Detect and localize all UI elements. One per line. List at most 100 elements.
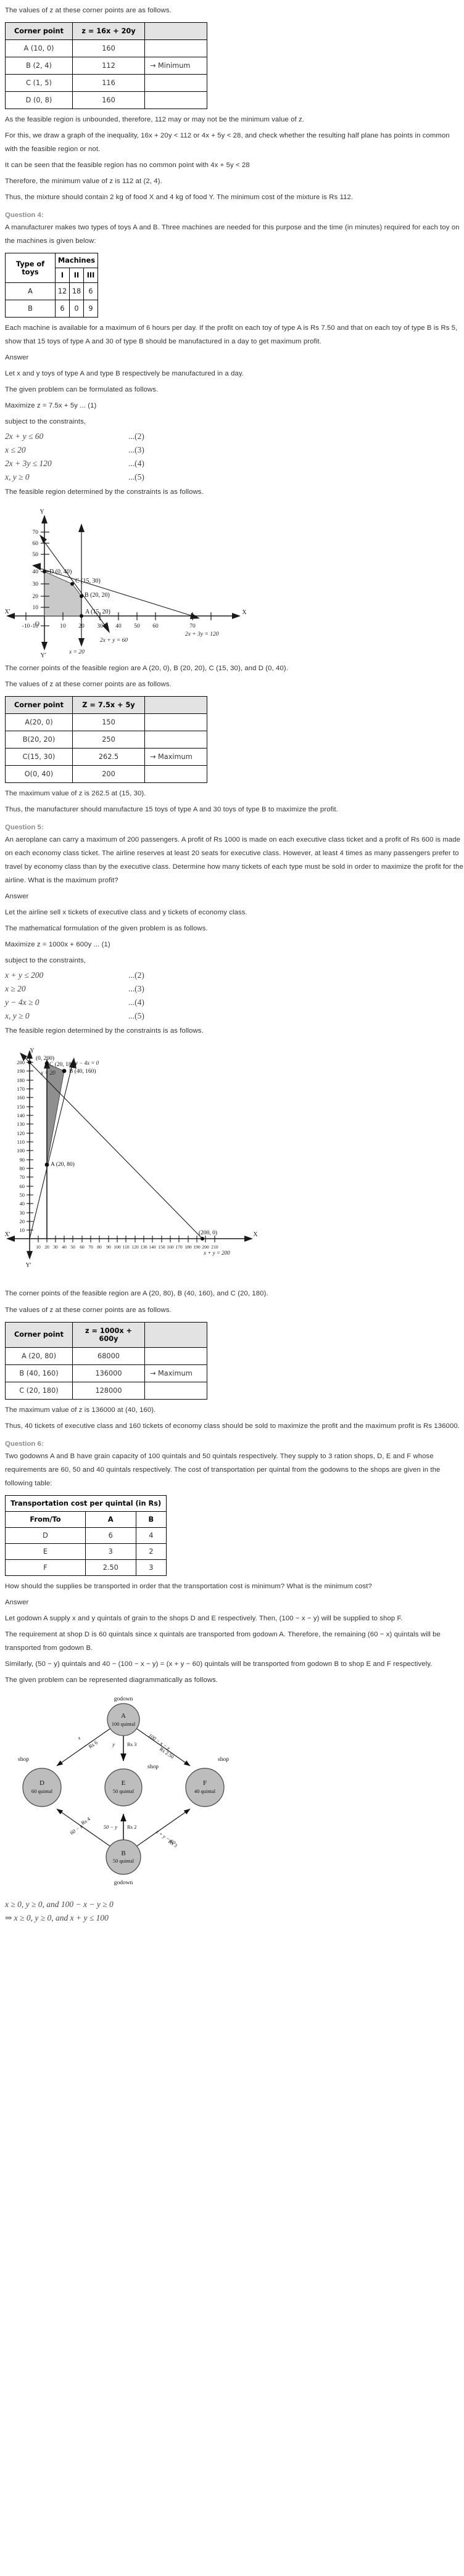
point-marker-a bbox=[44, 1163, 49, 1167]
node-role-a: godown bbox=[114, 1696, 133, 1702]
cell-note bbox=[144, 39, 207, 58]
table-row: D 6 4 bbox=[5, 1527, 167, 1544]
y-tick-label: 70 bbox=[20, 1174, 25, 1180]
node-capacity-d: 60 quintal bbox=[31, 1788, 53, 1794]
constraint-number: ...(5) bbox=[128, 1011, 144, 1021]
constraint-lhs: x ≥ 20 bbox=[5, 984, 26, 994]
x-tick-label: 90 bbox=[106, 1244, 111, 1250]
y-tick-label: 110 bbox=[17, 1139, 25, 1145]
y-tick-label: 40 bbox=[20, 1200, 25, 1207]
q6-transportation-cost-table: Transportation cost per quintal (in Rs) … bbox=[4, 1495, 167, 1576]
node-label-a: A bbox=[121, 1712, 126, 1720]
cell-cost-b: 2 bbox=[135, 1543, 167, 1560]
cell-value: 160 bbox=[72, 91, 145, 110]
point-label-b: B (20, 20) bbox=[85, 592, 110, 599]
point-marker-200-0 bbox=[201, 1237, 204, 1241]
table-row: B (2, 4) 112 → Minimum bbox=[5, 57, 207, 75]
cell-point: D (0, 8) bbox=[5, 91, 73, 110]
cell-note: → Maximum bbox=[144, 1364, 207, 1382]
constraint-number: ...(4) bbox=[128, 998, 144, 1007]
line-label-2x3y120: 2x + 3y = 120 bbox=[185, 631, 219, 638]
col-z-value: z = 1000x + 600y bbox=[72, 1321, 145, 1348]
y-tick-label: 160 bbox=[17, 1094, 25, 1101]
constraint-lhs: x, y ≥ 0 bbox=[5, 1011, 30, 1021]
document-page: The values of z at these corner points a… bbox=[0, 0, 464, 1931]
col-z-value: z = 16x + 20y bbox=[72, 22, 145, 41]
q3-inequality-note: For this, we draw a graph of the inequal… bbox=[5, 132, 450, 154]
cell-cost-a: 2.50 bbox=[85, 1559, 136, 1576]
x-neg-axis-label: X' bbox=[4, 1231, 10, 1238]
x-tick-label: 160 bbox=[167, 1244, 174, 1250]
table-row: B(20, 20) 250 bbox=[5, 731, 207, 749]
q3-minimum-value: Therefore, the minimum value of z is 112… bbox=[5, 178, 162, 186]
q4-let-statement: Let x and y toys of type A and type B re… bbox=[5, 370, 244, 378]
x-tick-label: 200 bbox=[202, 1244, 209, 1250]
col-machine-i: I bbox=[55, 268, 70, 284]
cell-value: 150 bbox=[72, 713, 145, 732]
final-expression: ⇒ x ≥ 0, y ≥ 0, and x + y ≤ 100 bbox=[5, 1913, 109, 1922]
q4-constraint-5: x, y ≥ 0 ...(5) bbox=[5, 470, 464, 484]
node-role-e: shop bbox=[147, 1764, 159, 1770]
x-tick-label: 40 bbox=[62, 1244, 67, 1250]
x-tick-label: 100 bbox=[114, 1244, 121, 1250]
cell-cost-a: 6 bbox=[85, 1527, 136, 1544]
table-row: A(20, 0) 150 bbox=[5, 713, 207, 732]
q4-subject-to: subject to the constraints, bbox=[5, 418, 86, 426]
q4-feasible-region-graph: 70 60 50 40 30 20 10 -10 -10 10 20 30 40… bbox=[0, 504, 464, 658]
cell-value: 250 bbox=[72, 731, 145, 749]
x-tick-label: 180 bbox=[184, 1244, 192, 1250]
node-circle-f bbox=[185, 1768, 225, 1807]
q6-final-line-1: x ≥ 0, y ≥ 0, and 100 − x − y ≥ 0 bbox=[5, 1898, 464, 1911]
constraint-number: ...(2) bbox=[128, 970, 144, 980]
x-tick-label: 130 bbox=[140, 1244, 147, 1250]
edge-cost-b-e: Rs 2 bbox=[127, 1824, 136, 1830]
node-role-d: shop bbox=[18, 1757, 29, 1763]
cell-point: O(0, 40) bbox=[5, 765, 73, 784]
q6-para-2: The requirement at shop D is 60 quintals… bbox=[5, 1630, 441, 1652]
x-tick-label: 30 bbox=[53, 1244, 58, 1250]
constraint-lhs: x + y ≤ 200 bbox=[5, 970, 44, 980]
constraint-lhs: x ≤ 20 bbox=[5, 445, 26, 455]
q3-corner-point-table: Corner point z = 16x + 20y A (10, 0) 160… bbox=[5, 22, 207, 110]
table-header-row: Corner point z = 16x + 20y bbox=[5, 22, 207, 41]
y-tick-label: 200 bbox=[17, 1059, 25, 1065]
cell-time-iii: 6 bbox=[83, 282, 98, 301]
q4-constraint-4: 2x + 3y ≤ 120 ...(4) bbox=[5, 457, 464, 470]
cell-note bbox=[144, 731, 207, 749]
cell-note bbox=[144, 74, 207, 92]
constraint-lhs: x, y ≥ 0 bbox=[5, 472, 30, 482]
q5-formulate: The mathematical formulation of the give… bbox=[5, 925, 208, 933]
cell-note: → Minimum bbox=[144, 57, 207, 75]
x-tick-label: 60 bbox=[152, 623, 159, 630]
q6-prompt: Two godowns A and B have grain capacity … bbox=[5, 1452, 441, 1487]
node-capacity-e: 50 quintal bbox=[113, 1788, 135, 1794]
q6-para-4: The given problem can be represented dia… bbox=[5, 1676, 218, 1684]
table-row: E 3 2 bbox=[5, 1543, 167, 1560]
table-row: B (40, 160) 136000 → Maximum bbox=[5, 1364, 207, 1382]
col-note bbox=[144, 22, 207, 41]
node-label-f: F bbox=[203, 1779, 207, 1787]
y-axis-label: Y bbox=[30, 1048, 34, 1054]
point-label-c: C (15, 30) bbox=[75, 578, 101, 585]
table-row: C(15, 30) 262.5 → Maximum bbox=[5, 748, 207, 766]
constraint-number: ...(5) bbox=[128, 472, 144, 482]
cell-shop: D bbox=[5, 1527, 86, 1544]
line-label-x20: x = 20 bbox=[68, 649, 85, 655]
question-6-heading: Question 6: bbox=[5, 1440, 44, 1448]
y-axis-label: Y bbox=[39, 509, 44, 515]
line-label-x20: x = 20 bbox=[40, 1070, 56, 1076]
x-tick-label: 20 bbox=[44, 1244, 49, 1250]
y-tick-label: 50 bbox=[20, 1192, 25, 1198]
y-tick-label: 170 bbox=[17, 1086, 25, 1092]
point-marker-b bbox=[80, 594, 83, 599]
cell-time-iii: 9 bbox=[83, 300, 98, 318]
x-tick-label: 210 bbox=[211, 1244, 218, 1250]
y-tick-label: 120 bbox=[17, 1130, 25, 1136]
cell-point: B (2, 4) bbox=[5, 57, 73, 75]
point-marker-c bbox=[70, 582, 74, 586]
cell-time-ii: 18 bbox=[69, 282, 84, 301]
y-tick-label: 60 bbox=[20, 1183, 25, 1189]
point-label-a: A (20, 80) bbox=[51, 1161, 75, 1168]
table-header-row: From/To A B bbox=[5, 1511, 167, 1528]
edge-qty-b-d: 60 − x bbox=[69, 1823, 84, 1836]
